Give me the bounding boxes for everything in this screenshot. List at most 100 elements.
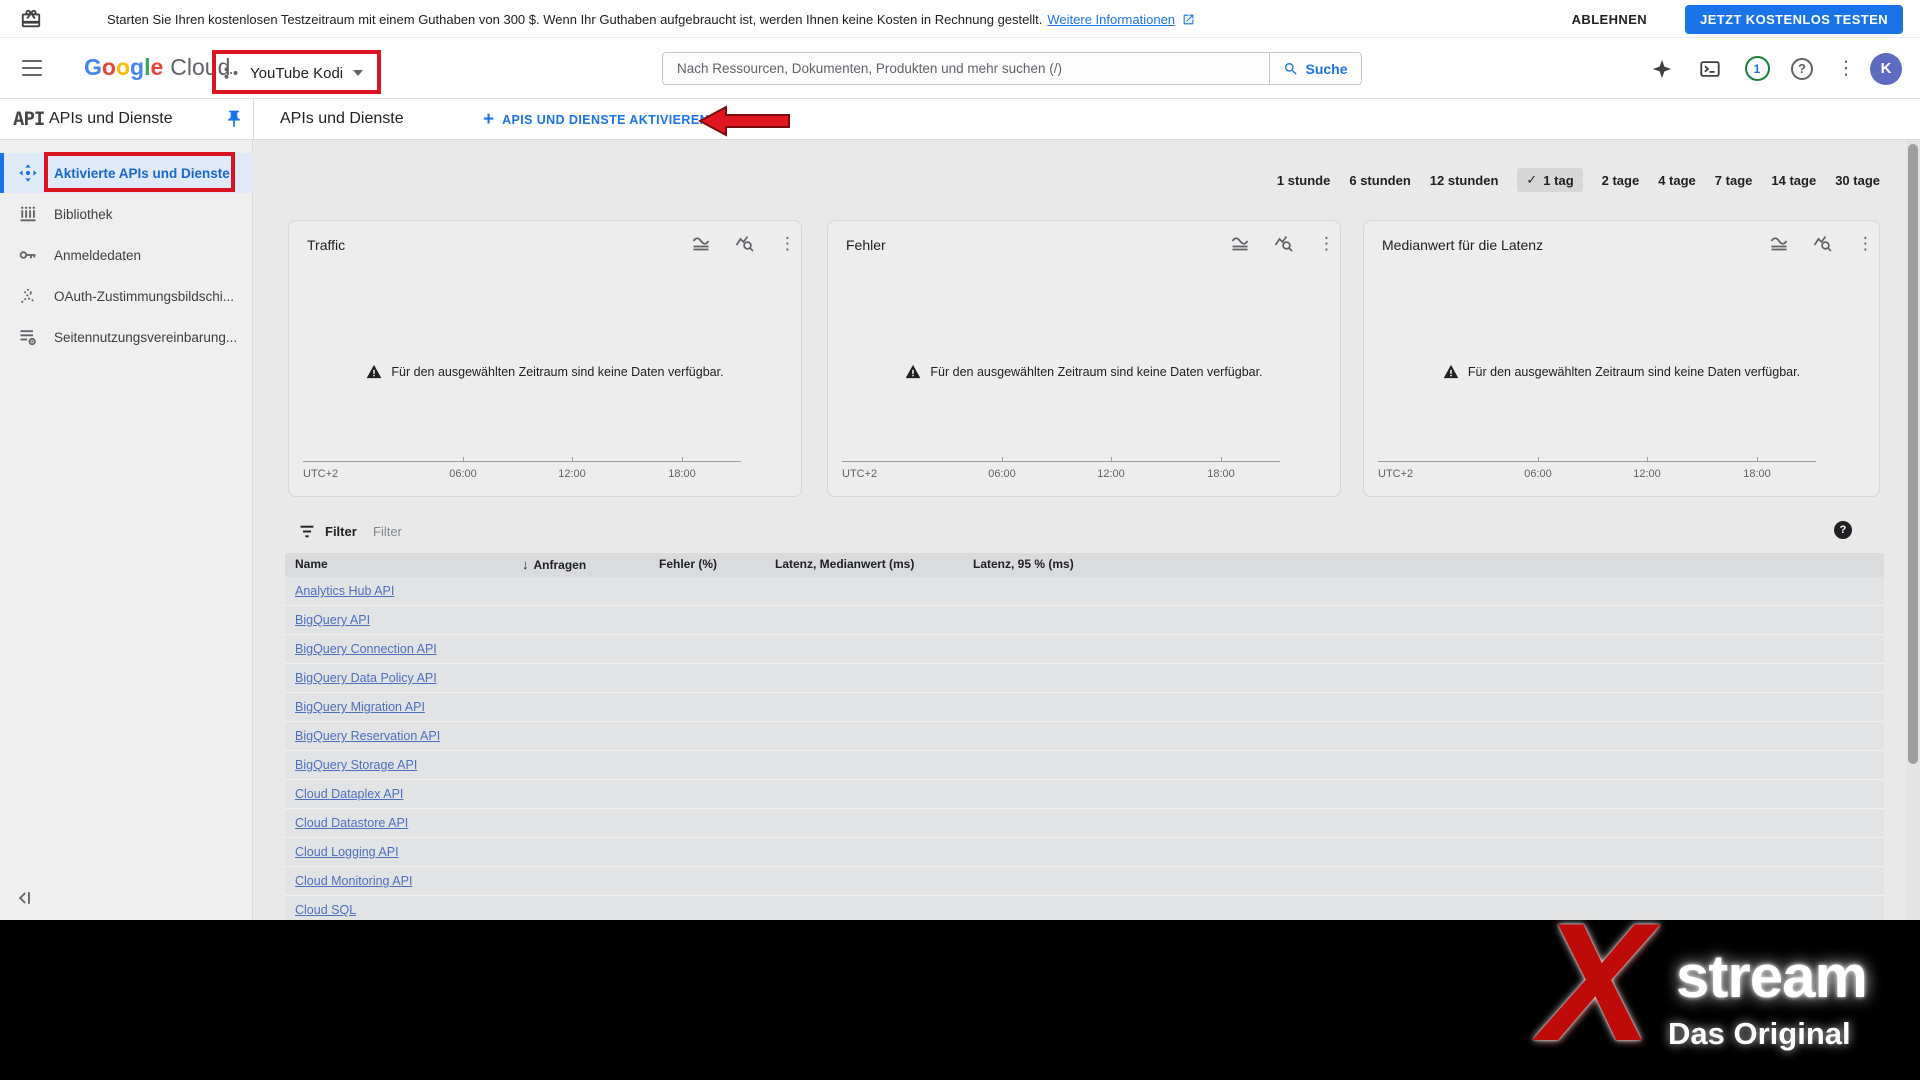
time-range-30d[interactable]: 30 tage xyxy=(1835,173,1880,188)
tick-label: 12:00 xyxy=(558,468,586,480)
warning-icon xyxy=(1443,364,1459,379)
column-name[interactable]: Name xyxy=(295,557,328,571)
sidebar-item-oauth-consent[interactable]: OAuth-Zustimmungsbildschi... xyxy=(0,276,253,316)
table-row: Cloud Logging API xyxy=(285,838,1884,867)
sidebar-item-library[interactable]: Bibliothek xyxy=(0,194,253,234)
decline-button[interactable]: ABLEHNEN xyxy=(1572,12,1647,27)
time-range-1d-selected[interactable]: 1 tag xyxy=(1517,168,1582,192)
time-range-6h[interactable]: 6 stunden xyxy=(1349,173,1410,188)
timezone-label: UTC+2 xyxy=(842,468,877,480)
more-options-icon[interactable] xyxy=(1838,38,1854,99)
plus-icon xyxy=(483,110,494,130)
library-icon xyxy=(18,204,38,224)
search-icon xyxy=(1283,61,1299,77)
sidebar-item-credentials[interactable]: Anmeldedaten xyxy=(0,235,253,275)
table-row: BigQuery Reservation API xyxy=(285,722,1884,751)
card-menu-icon[interactable] xyxy=(1318,234,1324,254)
api-link[interactable]: BigQuery Storage API xyxy=(295,758,417,772)
xstream-brand-text: stream xyxy=(1676,942,1867,1011)
filter-icon xyxy=(299,524,315,539)
help-icon[interactable] xyxy=(1790,38,1814,99)
filter-label: Filter xyxy=(325,524,357,539)
pin-icon[interactable] xyxy=(224,109,244,129)
notifications-badge[interactable]: 1 xyxy=(1744,38,1770,99)
time-range-1h[interactable]: 1 stunde xyxy=(1277,173,1330,188)
api-link[interactable]: Cloud Monitoring API xyxy=(295,874,412,888)
enable-apis-button[interactable]: APIS UND DIENSTE AKTIVIEREN xyxy=(483,99,709,140)
api-link[interactable]: BigQuery Reservation API xyxy=(295,729,440,743)
time-range-2d[interactable]: 2 tage xyxy=(1602,173,1640,188)
collapse-sidebar-icon[interactable] xyxy=(16,888,36,908)
column-errors[interactable]: Fehler (%) xyxy=(659,557,717,571)
chart-style-icon[interactable] xyxy=(1230,234,1250,254)
gemini-sparkle-icon[interactable] xyxy=(1650,38,1674,99)
google-cloud-console: Starten Sie Ihren kostenlosen Testzeitra… xyxy=(0,0,1920,1080)
api-link[interactable]: BigQuery Connection API xyxy=(295,642,437,656)
sidebar-item-label: Anmeldedaten xyxy=(54,248,141,263)
column-latency-95[interactable]: Latenz, 95 % (ms) xyxy=(973,557,1074,571)
metrics-explorer-icon[interactable] xyxy=(735,234,755,254)
metrics-explorer-icon[interactable] xyxy=(1274,234,1294,254)
api-link[interactable]: Cloud Dataplex API xyxy=(295,787,403,801)
trial-banner: Starten Sie Ihren kostenlosen Testzeitra… xyxy=(0,0,1920,38)
google-cloud-logo[interactable]: Google Cloud xyxy=(84,54,230,81)
more-info-link[interactable]: Weitere Informationen xyxy=(1047,12,1175,27)
filter-input[interactable] xyxy=(373,517,1473,545)
api-link[interactable]: Cloud Logging API xyxy=(295,845,399,859)
column-requests[interactable]: Anfragen xyxy=(522,557,586,572)
time-range-14d[interactable]: 14 tage xyxy=(1771,173,1816,188)
key-icon xyxy=(18,245,38,265)
sidebar-item-label: Aktivierte APIs und Dienste xyxy=(54,166,230,181)
metrics-explorer-icon[interactable] xyxy=(1813,234,1833,254)
api-link[interactable]: Analytics Hub API xyxy=(295,584,394,598)
time-range-selector: 1 stunde 6 stunden 12 stunden 1 tag 2 ta… xyxy=(1277,168,1880,192)
api-link[interactable]: Cloud SQL xyxy=(295,903,356,917)
empty-state: Für den ausgewählten Zeitraum sind keine… xyxy=(828,364,1340,379)
logo-letter: e xyxy=(150,54,163,81)
sidebar-item-page-usage-agreements[interactable]: Seitennutzungsvereinbarung... xyxy=(0,317,253,357)
x-axis xyxy=(303,461,741,462)
filter-bar: Filter xyxy=(285,511,1884,553)
empty-state: Für den ausgewählten Zeitraum sind keine… xyxy=(1364,364,1879,379)
api-link[interactable]: BigQuery Data Policy API xyxy=(295,671,437,685)
sidebar-item-enabled-apis[interactable]: Aktivierte APIs und Dienste xyxy=(0,153,253,193)
table-row: Cloud Dataplex API xyxy=(285,780,1884,809)
search-button-label: Suche xyxy=(1305,61,1347,77)
sort-descending-icon xyxy=(522,557,529,572)
start-free-trial-button[interactable]: JETZT KOSTENLOS TESTEN xyxy=(1685,5,1903,34)
tick-label: 06:00 xyxy=(988,468,1016,480)
card-menu-icon[interactable] xyxy=(1857,234,1863,254)
divider xyxy=(253,99,254,140)
table-row: BigQuery Connection API xyxy=(285,635,1884,664)
time-range-7d[interactable]: 7 tage xyxy=(1715,173,1753,188)
table-header: Name Anfragen Fehler (%) Latenz, Medianw… xyxy=(285,553,1884,577)
tick-label: 12:00 xyxy=(1633,468,1661,480)
chart-style-icon[interactable] xyxy=(691,234,711,254)
column-latency-median[interactable]: Latenz, Medianwert (ms) xyxy=(775,557,914,571)
time-range-12h[interactable]: 12 stunden xyxy=(1430,173,1499,188)
sidebar-item-label: OAuth-Zustimmungsbildschi... xyxy=(54,289,234,304)
x-axis xyxy=(842,461,1280,462)
api-link[interactable]: Cloud Datastore API xyxy=(295,816,408,830)
product-title: APIs und Dienste xyxy=(49,110,173,128)
search-input[interactable] xyxy=(663,53,1269,84)
table-help-icon[interactable] xyxy=(1834,521,1852,539)
search-button[interactable]: Suche xyxy=(1269,53,1361,84)
scrollbar-thumb[interactable] xyxy=(1908,144,1918,764)
table-row: BigQuery Migration API xyxy=(285,693,1884,722)
api-link[interactable]: BigQuery API xyxy=(295,613,370,627)
cloud-shell-icon[interactable] xyxy=(1698,38,1722,99)
warning-icon xyxy=(905,364,921,379)
errors-card: Fehler Für den ausgewählten Zeitraum sin… xyxy=(827,220,1341,497)
chevron-down-icon xyxy=(353,70,363,76)
api-link[interactable]: BigQuery Migration API xyxy=(295,700,425,714)
time-range-4d[interactable]: 4 tage xyxy=(1658,173,1696,188)
card-menu-icon[interactable] xyxy=(779,234,785,254)
project-selector[interactable]: YouTube Kodi xyxy=(222,51,363,95)
menu-icon[interactable] xyxy=(22,60,42,76)
avatar[interactable]: K xyxy=(1870,38,1902,99)
chart-style-icon[interactable] xyxy=(1769,234,1789,254)
sidebar-item-label: Seitennutzungsvereinbarung... xyxy=(54,330,237,345)
sidebar: Aktivierte APIs und Dienste Bibliothek A… xyxy=(0,140,253,920)
page-title: APIs und Dienste xyxy=(280,110,404,128)
